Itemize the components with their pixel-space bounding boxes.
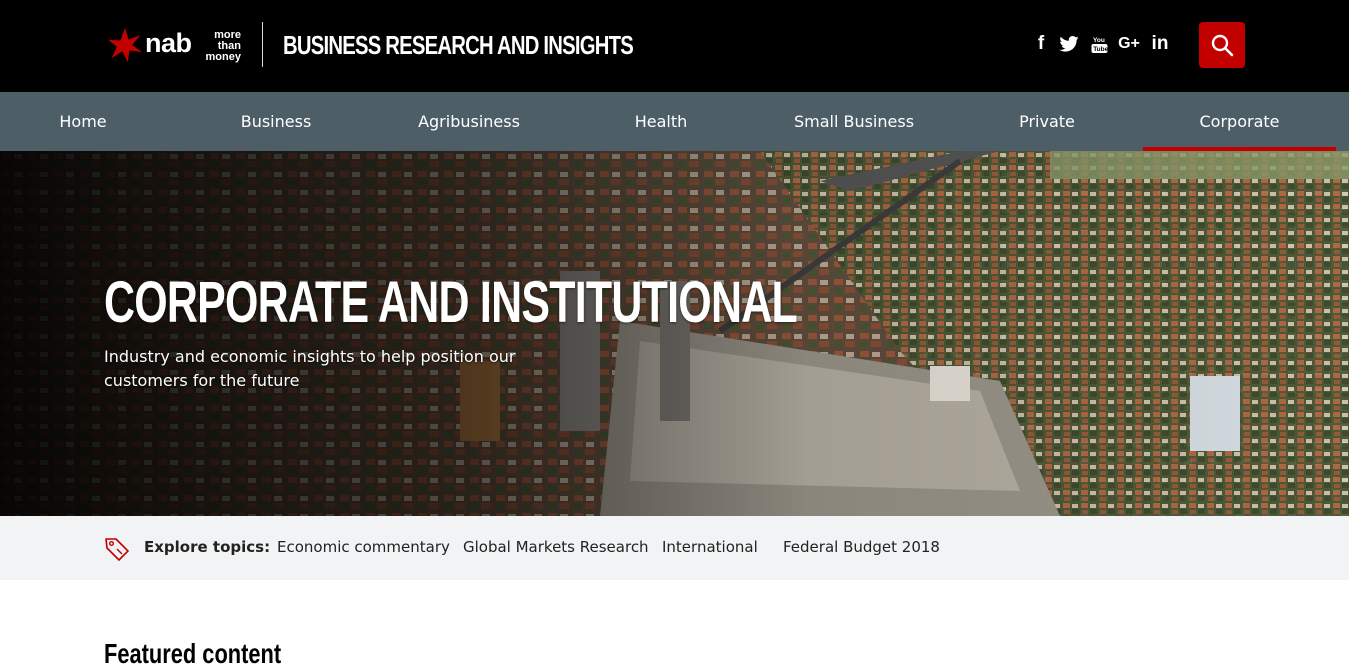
featured-content-heading: Featured content <box>104 638 282 669</box>
nav-item-small-business[interactable]: Small Business <box>768 92 940 151</box>
nav-item-health[interactable]: Health <box>575 92 747 151</box>
search-button[interactable] <box>1199 22 1245 68</box>
hero-title: CORPORATE AND INSTITUTIONAL <box>104 270 798 335</box>
nav-item-business[interactable]: Business <box>190 92 362 151</box>
social-links: f You Tube G+ in <box>1034 33 1170 55</box>
site-title: BUSINESS RESEARCH AND INSIGHTS <box>283 30 634 60</box>
topic-link-global-markets-research[interactable]: Global Markets Research <box>463 538 649 556</box>
hero-banner: CORPORATE AND INSTITUTIONAL Industry and… <box>0 151 1349 516</box>
topic-link-international[interactable]: International <box>662 538 758 556</box>
nab-logo[interactable]: nab more than money <box>107 25 241 65</box>
nab-star-icon <box>107 27 143 63</box>
linkedin-icon[interactable]: in <box>1150 33 1170 55</box>
google-plus-icon[interactable]: G+ <box>1118 33 1140 55</box>
youtube-icon[interactable]: You Tube <box>1090 33 1108 55</box>
facebook-icon[interactable]: f <box>1034 33 1048 55</box>
svg-text:You: You <box>1093 37 1105 44</box>
svg-text:Tube: Tube <box>1093 46 1108 53</box>
search-icon <box>1211 34 1234 57</box>
logo-wordmark: nab <box>145 27 192 58</box>
tag-icon <box>105 538 129 561</box>
hero-subtitle: Industry and economic insights to help p… <box>104 347 516 390</box>
explore-topics-label: Explore topics: <box>144 538 271 556</box>
explore-topics-bar: Explore topics: Economic commentary Glob… <box>0 516 1349 580</box>
site-header: nab more than money BUSINESS RESEARCH AN… <box>0 0 1349 92</box>
nav-item-home[interactable]: Home <box>0 92 166 151</box>
nav-item-agribusiness[interactable]: Agribusiness <box>383 92 555 151</box>
nav-item-corporate[interactable]: Corporate <box>1143 92 1336 151</box>
topic-link-federal-budget-2018[interactable]: Federal Budget 2018 <box>783 538 940 556</box>
header-divider <box>262 22 263 67</box>
topic-link-economic-commentary[interactable]: Economic commentary <box>277 538 450 556</box>
twitter-icon[interactable] <box>1058 33 1080 55</box>
tagline-line: money <box>205 50 241 63</box>
logo-tagline: more than money <box>205 29 241 63</box>
nav-item-private[interactable]: Private <box>961 92 1133 151</box>
main-nav: Home Business Agribusiness Health Small … <box>0 92 1349 151</box>
